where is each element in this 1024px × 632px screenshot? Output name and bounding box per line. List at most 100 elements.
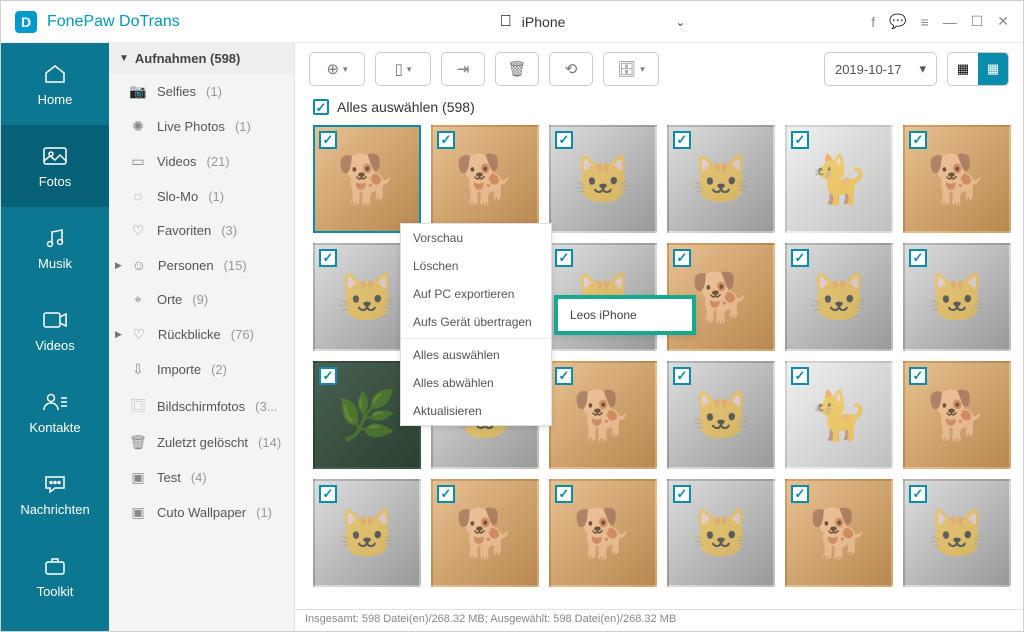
sidebar-item[interactable]: ▶♡Rückblicke (76) xyxy=(109,317,294,352)
menu-transfer-device[interactable]: Aufs Gerät übertragen xyxy=(401,308,551,336)
toolbox-button[interactable]: 🗄▾ xyxy=(603,52,659,86)
thumb-checkbox[interactable]: ✓ xyxy=(909,485,927,503)
photo-thumbnail[interactable]: 🐕✓ xyxy=(903,361,1011,469)
nav-videos[interactable]: Videos xyxy=(1,289,109,371)
to-device-button[interactable]: ▯▾ xyxy=(375,52,431,86)
app-title: FonePaw DoTrans xyxy=(47,13,180,31)
category-count: (1) xyxy=(235,119,251,134)
menu-select-all[interactable]: Alles auswählen xyxy=(401,341,551,369)
menu-delete[interactable]: Löschen xyxy=(401,252,551,280)
thumb-checkbox[interactable]: ✓ xyxy=(437,131,455,149)
refresh-button[interactable]: ⟲ xyxy=(549,52,593,86)
thumb-checkbox[interactable]: ✓ xyxy=(791,131,809,149)
photo-thumbnail[interactable]: 🐱✓ xyxy=(667,479,775,587)
photo-thumbnail[interactable]: 🐕✓ xyxy=(431,479,539,587)
nav-home[interactable]: Home xyxy=(1,43,109,125)
category-icon: ♡ xyxy=(129,222,147,239)
photo-thumbnail[interactable]: 🐕✓ xyxy=(549,479,657,587)
facebook-icon[interactable]: f xyxy=(871,14,875,30)
sidebar-item[interactable]: ▶☺Personen (15) xyxy=(109,248,294,282)
sidebar-item[interactable]: ▣Cuto Wallpaper (1) xyxy=(109,495,294,530)
thumb-checkbox[interactable]: ✓ xyxy=(791,485,809,503)
category-count: (1) xyxy=(256,505,272,520)
close-icon[interactable]: ✕ xyxy=(997,13,1009,30)
delete-button[interactable]: 🗑 xyxy=(495,52,539,86)
thumb-checkbox[interactable]: ✓ xyxy=(555,367,573,385)
thumb-checkbox[interactable]: ✓ xyxy=(319,249,337,267)
nav-fotos[interactable]: Fotos xyxy=(1,125,109,207)
select-all-row[interactable]: ✓ Alles auswählen (598) xyxy=(295,95,1023,125)
photo-thumbnail[interactable]: 🐕✓ xyxy=(549,361,657,469)
category-count: (21) xyxy=(207,154,230,169)
thumb-checkbox[interactable]: ✓ xyxy=(319,367,337,385)
main-nav: Home Fotos Musik Videos Kontakte Nachric… xyxy=(1,43,109,631)
thumb-checkbox[interactable]: ✓ xyxy=(673,367,691,385)
nav-nachrichten[interactable]: Nachrichten xyxy=(1,453,109,535)
photo-thumbnail[interactable]: 🐱✓ xyxy=(667,125,775,233)
photo-thumbnail[interactable]: 🐱✓ xyxy=(667,361,775,469)
sidebar-item[interactable]: 📷Selfies (1) xyxy=(109,74,294,109)
nav-musik[interactable]: Musik xyxy=(1,207,109,289)
grid-large-view[interactable]: ▦ xyxy=(978,53,1008,85)
thumb-checkbox[interactable]: ✓ xyxy=(437,485,455,503)
nav-toolkit[interactable]: Toolkit xyxy=(1,535,109,617)
sidebar-item[interactable]: ⇩Importe (2) xyxy=(109,352,294,387)
thumb-checkbox[interactable]: ✓ xyxy=(319,131,337,149)
photo-thumbnail[interactable]: 🐱✓ xyxy=(903,243,1011,351)
minimize-icon[interactable]: — xyxy=(943,14,957,30)
menu-deselect-all[interactable]: Alles abwählen xyxy=(401,369,551,397)
photo-thumbnail[interactable]: 🐕✓ xyxy=(903,125,1011,233)
photo-thumbnail[interactable]: 🐱✓ xyxy=(903,479,1011,587)
menu-preview[interactable]: Vorschau xyxy=(401,224,551,252)
sidebar-item[interactable]: ◌Slo-Mo (1) xyxy=(109,179,294,213)
photo-thumbnail[interactable]: 🐈✓ xyxy=(785,125,893,233)
grid-small-view[interactable]: ▦ xyxy=(948,53,978,85)
sidebar-item[interactable]: ▣Test (4) xyxy=(109,460,294,495)
nav-kontakte[interactable]: Kontakte xyxy=(1,371,109,453)
photo-thumbnail[interactable]: 🐕✓ xyxy=(431,125,539,233)
menu-export-pc[interactable]: Auf PC exportieren xyxy=(401,280,551,308)
sidebar-item[interactable]: 🗑Zuletzt gelöscht (14) xyxy=(109,425,294,460)
feedback-icon[interactable]: 💬 xyxy=(889,13,906,30)
thumb-checkbox[interactable]: ✓ xyxy=(673,485,691,503)
submenu-device[interactable]: Leos iPhone xyxy=(554,295,696,335)
photo-thumbnail[interactable]: 🐈✓ xyxy=(785,361,893,469)
category-label: Videos xyxy=(157,154,197,169)
category-label: Live Photos xyxy=(157,119,225,134)
photo-thumbnail[interactable]: 🐱✓ xyxy=(785,243,893,351)
thumb-checkbox[interactable]: ✓ xyxy=(673,249,691,267)
sidebar-item[interactable]: ⿴Bildschirmfotos (3... xyxy=(109,387,294,425)
menu-refresh[interactable]: Aktualisieren xyxy=(401,397,551,425)
photo-thumbnail[interactable]: 🐱✓ xyxy=(549,125,657,233)
thumb-checkbox[interactable]: ✓ xyxy=(555,131,573,149)
thumb-checkbox[interactable]: ✓ xyxy=(555,485,573,503)
sidebar-header[interactable]: ▼ Aufnahmen (598) xyxy=(109,43,294,74)
menu-icon[interactable]: ≡ xyxy=(921,14,929,30)
maximize-icon[interactable]: ☐ xyxy=(971,13,984,30)
select-all-checkbox[interactable]: ✓ xyxy=(313,99,329,115)
category-icon: ◌ xyxy=(129,188,147,204)
thumb-checkbox[interactable]: ✓ xyxy=(555,249,573,267)
photo-thumbnail[interactable]: 🐕✓ xyxy=(785,479,893,587)
thumb-checkbox[interactable]: ✓ xyxy=(673,131,691,149)
photo-thumbnail[interactable]: 🐱✓ xyxy=(313,479,421,587)
thumb-checkbox[interactable]: ✓ xyxy=(791,367,809,385)
thumb-checkbox[interactable]: ✓ xyxy=(319,485,337,503)
date-filter[interactable]: 2019-10-17 ▾ xyxy=(824,52,937,86)
sidebar-item[interactable]: ✺Live Photos (1) xyxy=(109,109,294,144)
thumb-checkbox[interactable]: ✓ xyxy=(791,249,809,267)
add-button[interactable]: ⊕▾ xyxy=(309,52,365,86)
device-selector[interactable]:  iPhone ⌄ xyxy=(500,13,686,31)
sidebar-item[interactable]: ♡Favoriten (3) xyxy=(109,213,294,248)
thumb-checkbox[interactable]: ✓ xyxy=(909,131,927,149)
to-pc-button[interactable]: ⇥ xyxy=(441,52,485,86)
sidebar-item[interactable]: ▭Videos (21) xyxy=(109,144,294,179)
sidebar-item[interactable]: ⌖Orte (9) xyxy=(109,282,294,317)
chevron-down-icon: ⌄ xyxy=(675,15,685,29)
submenu-label: Leos iPhone xyxy=(570,308,637,322)
photo-thumbnail[interactable]: 🐕✓ xyxy=(313,125,421,233)
phone-icon: ▯ xyxy=(395,60,403,78)
category-label: Slo-Mo xyxy=(157,189,198,204)
thumb-checkbox[interactable]: ✓ xyxy=(909,249,927,267)
thumb-checkbox[interactable]: ✓ xyxy=(909,367,927,385)
